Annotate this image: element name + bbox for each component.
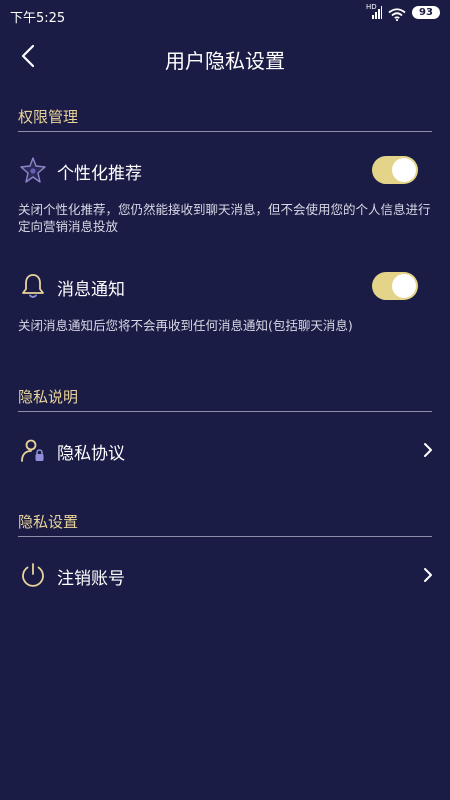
status-bar: 下午5:25 HD 93	[0, 0, 450, 32]
deregister-account-row[interactable]: 注销账号	[0, 551, 450, 599]
privacy-agreement-label: 隐私协议	[57, 444, 125, 464]
signal-icon: HD	[366, 3, 382, 19]
status-icons: HD 93	[366, 3, 440, 22]
page-title: 用户隐私设置	[165, 49, 285, 73]
power-icon	[18, 560, 48, 590]
message-notification-label: 消息通知	[57, 280, 125, 300]
battery-indicator: 93	[412, 6, 440, 19]
header: 用户隐私设置	[0, 32, 450, 84]
personalized-recommendation-row: 个性化推荐	[0, 146, 450, 194]
bell-icon	[18, 271, 48, 301]
deregister-account-label: 注销账号	[57, 569, 125, 589]
status-time: 下午5:25	[10, 11, 66, 26]
section-title-permissions: 权限管理	[18, 108, 79, 126]
toggle-knob	[392, 158, 416, 182]
personalized-recommendation-toggle[interactable]	[372, 156, 418, 184]
sparkle-star-icon	[18, 155, 48, 185]
chevron-right-icon	[418, 440, 438, 460]
divider	[18, 411, 432, 412]
chevron-right-icon	[418, 565, 438, 585]
user-lock-icon	[18, 435, 48, 465]
personalized-recommendation-label: 个性化推荐	[57, 164, 142, 184]
message-notification-description: 关闭消息通知后您将不会再收到任何消息通知(包括聊天消息)	[18, 318, 353, 333]
message-notification-row: 消息通知	[0, 262, 450, 310]
personalized-recommendation-description: 关闭个性化推荐，您仍然能接收到聊天消息，但不会使用您的个人信息进行定向营销消息投…	[18, 202, 431, 234]
divider	[18, 131, 432, 132]
section-title-privacy-info: 隐私说明	[18, 388, 79, 406]
wifi-icon	[388, 6, 406, 22]
toggle-knob	[392, 274, 416, 298]
divider	[18, 536, 432, 537]
section-title-privacy-settings: 隐私设置	[18, 513, 79, 531]
message-notification-toggle[interactable]	[372, 272, 418, 300]
privacy-agreement-row[interactable]: 隐私协议	[0, 426, 450, 474]
